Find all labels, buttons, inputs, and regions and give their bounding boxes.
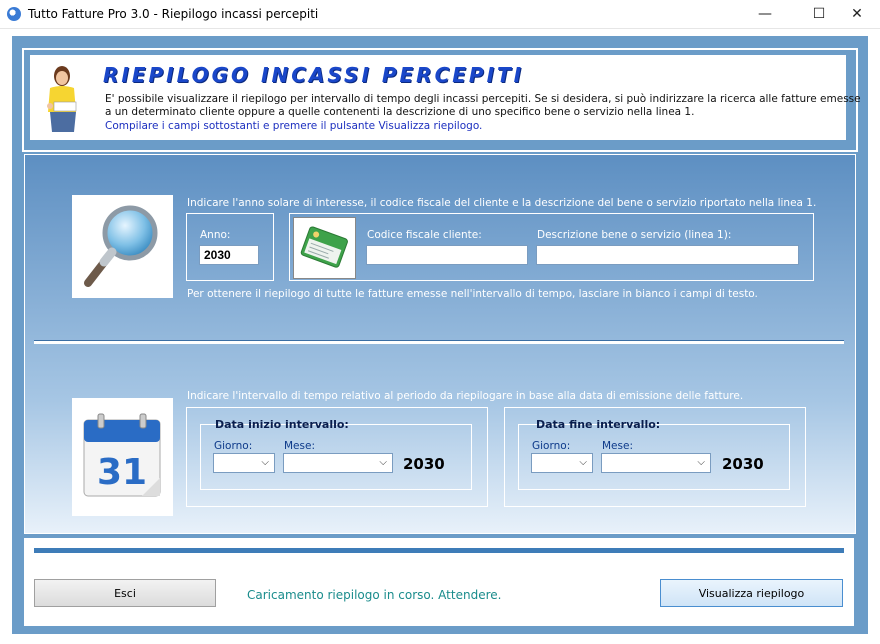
view-summary-button[interactable]: Visualizza riepilogo	[660, 579, 843, 607]
calendar-box: 31	[72, 398, 173, 516]
descrizione-input[interactable]	[536, 245, 799, 265]
chevron-down-icon: ⌵	[379, 457, 387, 468]
app-icon	[7, 7, 21, 21]
search-hint-bottom: Per ottenere il riepilogo di tutte le fa…	[187, 288, 758, 300]
end-giorno-select[interactable]: ⌵	[531, 453, 593, 473]
anno-input[interactable]	[199, 245, 259, 265]
chevron-down-icon: ⌵	[579, 457, 587, 468]
header-description-line-2: a un determinato cliente oppure a quelle…	[105, 106, 695, 118]
end-interval-legend: Data fine intervallo:	[536, 418, 661, 431]
id-card-icon	[300, 226, 348, 268]
start-giorno-select[interactable]: ⌵	[213, 453, 275, 473]
card-box	[293, 217, 356, 279]
calendar-icon: 31	[83, 413, 161, 497]
end-giorno-label: Giorno:	[532, 440, 571, 452]
start-year: 2030	[403, 455, 445, 473]
window-title: Tutto Fatture Pro 3.0 - Riepilogo incass…	[28, 7, 319, 21]
start-mese-select[interactable]: ⌵	[283, 453, 393, 473]
end-mese-label: Mese:	[602, 440, 633, 452]
title-bar: Tutto Fatture Pro 3.0 - Riepilogo incass…	[0, 0, 880, 29]
end-mese-select[interactable]: ⌵	[601, 453, 711, 473]
anno-label: Anno:	[200, 229, 231, 241]
person-illustration-icon	[47, 66, 77, 132]
exit-button[interactable]: Esci	[34, 579, 216, 607]
section-separator	[34, 340, 844, 344]
start-mese-label: Mese:	[284, 440, 315, 452]
page-title: RIEPILOGO INCASSI PERCEPITI	[103, 63, 525, 87]
close-button[interactable]: ✕	[834, 0, 880, 28]
status-text: Caricamento riepilogo in corso. Attender…	[247, 588, 502, 602]
header-description-line-1: E' possibile visualizzare il riepilogo p…	[105, 93, 861, 105]
end-year: 2030	[722, 455, 764, 473]
magnifier-box	[72, 195, 173, 298]
search-hint-top: Indicare l'anno solare di interesse, il …	[187, 197, 817, 209]
calendar-day-number: 31	[97, 452, 147, 493]
codice-fiscale-label: Codice fiscale cliente:	[367, 229, 482, 241]
codice-fiscale-input[interactable]	[366, 245, 528, 265]
chevron-down-icon: ⌵	[697, 457, 705, 468]
magnifier-icon	[84, 205, 158, 287]
footer-bar	[34, 548, 844, 553]
interval-hint: Indicare l'intervallo di tempo relativo …	[187, 390, 744, 402]
start-interval-legend: Data inizio intervallo:	[215, 418, 349, 431]
minimize-button[interactable]: —	[742, 0, 788, 28]
chevron-down-icon: ⌵	[261, 457, 269, 468]
start-giorno-label: Giorno:	[214, 440, 253, 452]
descrizione-label: Descrizione bene o servizio (linea 1):	[537, 229, 732, 241]
header-instruction: Compilare i campi sottostanti e premere …	[105, 120, 483, 132]
